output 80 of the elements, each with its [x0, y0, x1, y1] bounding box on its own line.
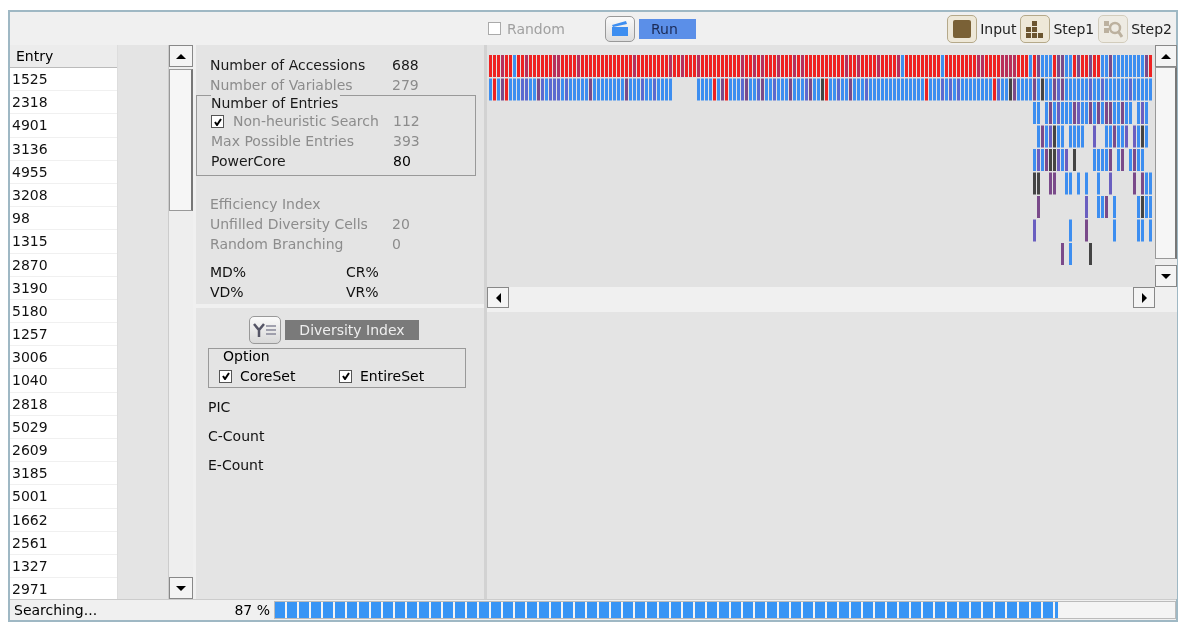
scroll-down-button[interactable] — [169, 577, 193, 599]
metric-label: CR% — [346, 263, 380, 282]
scroll-up-button[interactable] — [169, 45, 193, 67]
run-button[interactable] — [604, 15, 635, 42]
bar-blocks-icon — [1025, 19, 1046, 38]
clapper-icon — [610, 21, 629, 36]
list-item[interactable]: 1040 — [10, 369, 117, 393]
scroll-right-button[interactable] — [1133, 287, 1155, 308]
scroll-up-button[interactable] — [1155, 45, 1177, 67]
stat-label: Random Branching — [210, 235, 345, 254]
group-title: Number of Entries — [211, 95, 341, 111]
up-arrow-icon — [1161, 53, 1171, 59]
branch-list-icon — [253, 322, 278, 338]
list-item[interactable]: 3185 — [10, 462, 117, 486]
metric-label: VD% — [210, 283, 245, 302]
list-item[interactable]: 1525 — [10, 68, 117, 92]
column-header[interactable]: Entry — [10, 45, 117, 68]
list-item[interactable]: 5180 — [10, 299, 117, 324]
stat-label: Max Possible Entries — [211, 132, 355, 151]
stat-label: Unfilled Diversity Cells — [210, 215, 369, 234]
stat-value: 20 — [392, 215, 411, 234]
checkbox[interactable] — [219, 369, 232, 383]
stat-label: Number of Variables — [210, 76, 354, 95]
stat-value: 393 — [393, 132, 421, 151]
list-item[interactable]: 2609 — [10, 439, 117, 463]
stat-value: 0 — [392, 235, 402, 254]
stat-value: 688 — [392, 56, 420, 75]
run-label[interactable]: Run — [638, 18, 696, 39]
list-item[interactable]: 1327 — [10, 554, 117, 579]
right-arrow-icon — [1141, 292, 1147, 303]
toolbar-button[interactable]: Step1 — [1020, 14, 1095, 43]
down-arrow-icon — [176, 585, 186, 591]
list-item[interactable]: 4955 — [10, 160, 117, 184]
list-item[interactable]: 1257 — [10, 323, 117, 347]
status-text: Searching... — [13, 602, 99, 618]
list-item[interactable]: 1662 — [10, 508, 117, 532]
list-item[interactable]: 3136 — [10, 137, 117, 161]
metric-label: PIC — [208, 398, 232, 417]
diversity-icon-button[interactable] — [249, 316, 282, 344]
checkbox-label[interactable]: EntireSet — [360, 368, 425, 384]
list-item[interactable]: 4901 — [10, 114, 117, 138]
list-item[interactable]: 98 — [10, 207, 117, 231]
left-arrow-icon — [495, 292, 501, 303]
scrollbar[interactable] — [487, 287, 1177, 308]
group-title: Option — [221, 349, 272, 363]
square-icon — [952, 18, 973, 39]
list-item[interactable]: 2561 — [10, 531, 117, 555]
list-item[interactable]: 2318 — [10, 91, 117, 115]
magnifier-icon — [1103, 18, 1124, 39]
checkbox[interactable] — [339, 369, 352, 383]
toolbar-button[interactable]: Input — [947, 14, 1017, 43]
progress-reading: 87 % — [233, 602, 271, 618]
list-item[interactable]: 2870 — [10, 253, 117, 277]
scroll-left-button[interactable] — [487, 287, 509, 308]
scroll-down-button[interactable] — [1155, 265, 1177, 287]
scrollbar[interactable] — [1155, 45, 1177, 287]
metric-label: MD% — [210, 263, 248, 282]
list-item[interactable]: 3006 — [10, 346, 117, 370]
list-item[interactable]: 3190 — [10, 276, 117, 300]
stat-value: 112 — [393, 112, 421, 131]
stat-value: 279 — [392, 76, 420, 95]
scroll-thumb[interactable] — [1155, 67, 1177, 259]
scroll-thumb[interactable] — [169, 69, 193, 211]
down-arrow-icon — [1161, 273, 1171, 279]
metric-label: E-Count — [208, 456, 265, 475]
scrollbar[interactable] — [168, 45, 193, 599]
metric-label: VR% — [346, 283, 380, 302]
list-item[interactable]: 3208 — [10, 183, 117, 208]
metric-label: C-Count — [208, 427, 266, 446]
list-item[interactable]: 2818 — [10, 392, 117, 416]
diversity-index-button[interactable]: Diversity Index — [285, 320, 419, 340]
list-item[interactable]: 1315 — [10, 230, 117, 254]
stat-label: Number of Accessions — [210, 56, 367, 75]
checkbox-label[interactable]: CoreSet — [240, 368, 296, 384]
stat-value: 80 — [393, 152, 412, 171]
list-item[interactable]: 5029 — [10, 415, 117, 439]
up-arrow-icon — [176, 53, 186, 59]
list-item[interactable]: 5001 — [10, 485, 117, 509]
stat-label: PowerCore — [211, 152, 287, 171]
stat-label: Efficiency Index — [210, 195, 322, 214]
